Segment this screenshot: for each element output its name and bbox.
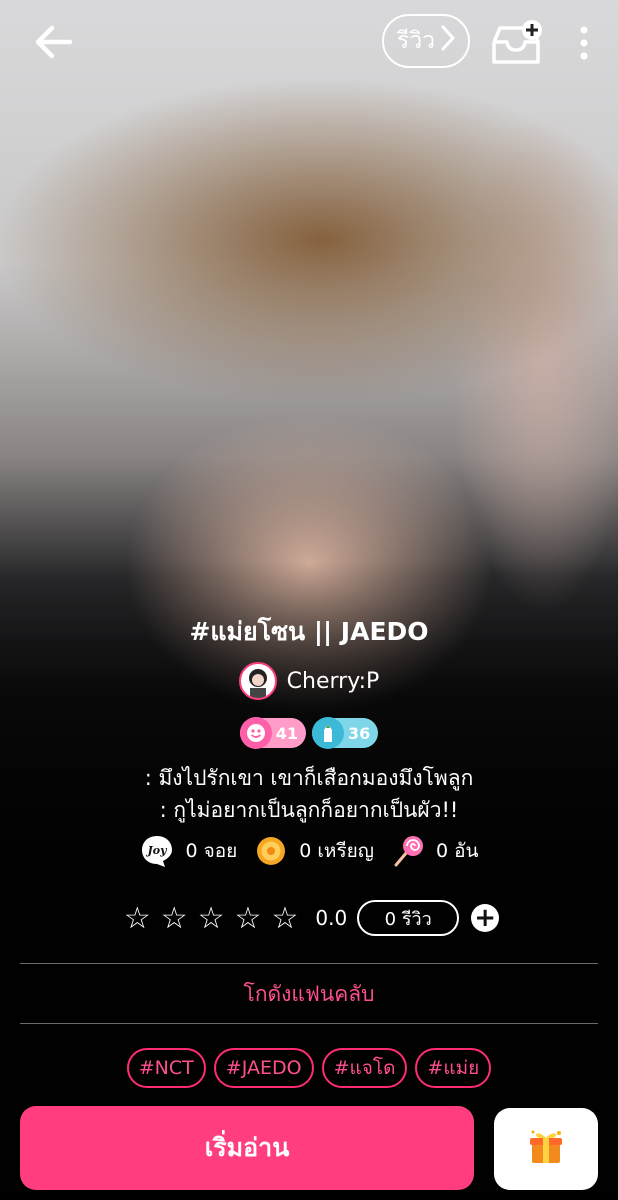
back-arrow-icon[interactable] (30, 22, 76, 62)
writer-badge: 36 (312, 717, 379, 749)
review-button[interactable]: รีวิว (382, 14, 470, 68)
rating-star-icon[interactable]: ☆ (198, 901, 225, 936)
divider (20, 1023, 598, 1024)
writer-badge-value: 36 (348, 723, 371, 743)
tag-list: #NCT #JAEDO #แจโด #แม่ย (0, 1048, 618, 1088)
rating-star-icon[interactable]: ☆ (271, 901, 298, 936)
rating-star-icon[interactable]: ☆ (161, 901, 188, 936)
tag-chip[interactable]: #แม่ย (415, 1048, 492, 1088)
level-badge: 41 (239, 717, 306, 749)
author-badges: 41 36 (0, 717, 618, 749)
story-description: : มึงไปรักเขา เขาก็เสือกมองมึงโพลูก : กู… (0, 762, 618, 826)
start-reading-button[interactable]: เริ่มอ่าน (20, 1106, 474, 1190)
joy-count: 0 จอย (185, 840, 238, 862)
smiley-icon (239, 717, 272, 749)
author-avatar[interactable] (238, 662, 277, 700)
candy-stat: 0 อัน (390, 833, 479, 869)
divider (20, 963, 598, 964)
rating-star-icon[interactable]: ☆ (235, 901, 262, 936)
review-button-label: รีวิว (396, 28, 436, 54)
support-stats: Joy 0 จอย 0 เหรียญ 0 อัน (0, 833, 618, 869)
coin-stat: 0 เหรียญ (253, 833, 374, 869)
candy-count: 0 อัน (435, 840, 479, 862)
review-count-button[interactable]: 0 รีวิว (357, 900, 460, 936)
add-to-shelf-icon[interactable] (490, 18, 548, 68)
story-cover-screen: รีวิว #แม่ยโซน || JAEDO Cherry:P 41 36:… (0, 0, 618, 1200)
lollipop-icon (390, 833, 426, 869)
author-row[interactable]: Cherry:P (0, 662, 618, 700)
tag-chip[interactable]: #แจโด (321, 1048, 408, 1088)
more-options-icon[interactable] (572, 22, 596, 64)
pencil-icon (312, 717, 344, 749)
tag-chip[interactable]: #JAEDO (213, 1048, 314, 1088)
level-badge-value: 41 (275, 723, 298, 743)
joy-stat: Joy 0 จอย (139, 833, 237, 869)
fanclub-link[interactable]: โกดังแฟนคลับ (0, 978, 618, 1011)
cover-image-shade (0, 560, 618, 1200)
joy-icon-text: Joy (146, 844, 169, 857)
author-name[interactable]: Cherry:P (287, 669, 380, 694)
rating-score: 0.0 (315, 906, 348, 930)
rating-row: ☆ ☆ ☆ ☆ ☆ 0.0 0 รีวิว + (0, 900, 618, 936)
chevron-right-icon (441, 25, 456, 57)
add-review-icon[interactable]: + (471, 904, 500, 932)
joy-icon: Joy (139, 833, 175, 869)
story-title: #แม่ยโซน || JAEDO (189, 617, 429, 646)
gift-button[interactable] (494, 1108, 598, 1190)
coin-icon (253, 833, 289, 869)
coin-count: 0 เหรียญ (299, 840, 374, 862)
top-bar: รีวิว (0, 0, 618, 86)
gift-icon (526, 1127, 566, 1171)
description-line: : กูไม่อยากเป็นลูกก็อยากเป็นผัว!! (159, 798, 459, 822)
description-line: : มึงไปรักเขา เขาก็เสือกมองมึงโพลูก (144, 766, 474, 790)
rating-star-icon[interactable]: ☆ (124, 901, 151, 936)
tag-chip[interactable]: #NCT (126, 1048, 206, 1088)
